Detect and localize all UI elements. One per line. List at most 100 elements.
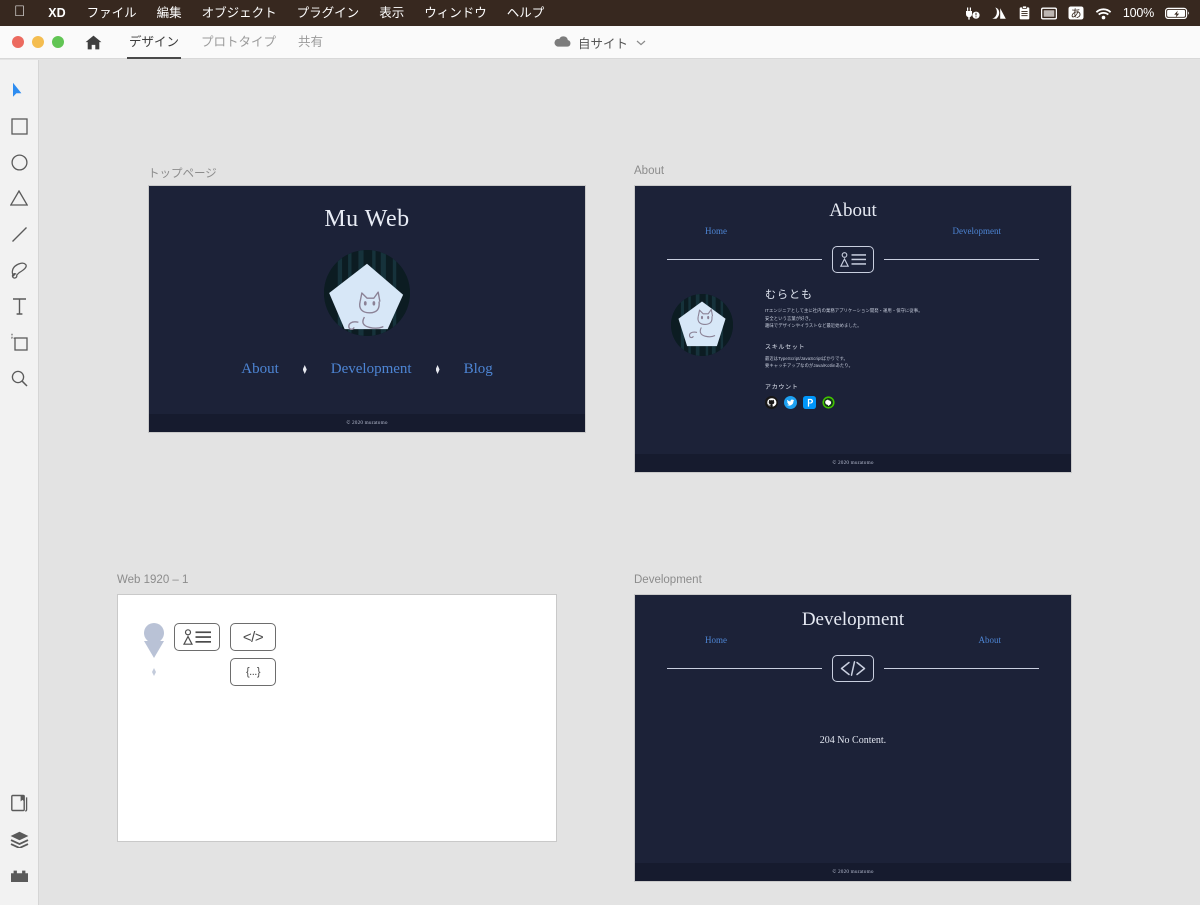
divider-line-right — [884, 258, 1039, 260]
chevron-down-icon[interactable] — [636, 38, 646, 48]
menu-item-window[interactable]: ウィンドウ — [414, 0, 497, 26]
nav-link-development[interactable]: Development — [331, 361, 412, 378]
artboard-tool[interactable] — [0, 324, 39, 360]
artboard-top-page[interactable]: Mu Web About Development Blog © 2020 mur… — [148, 185, 586, 433]
document-name-label[interactable]: 自サイト — [578, 33, 628, 52]
id-card-icon[interactable] — [174, 623, 220, 651]
code-icon[interactable]: </> — [230, 623, 276, 651]
divider-line-left — [667, 258, 822, 260]
pin-shape[interactable] — [144, 623, 164, 676]
ime-kana-icon[interactable]: あ — [1068, 0, 1084, 26]
about-page-content: About Home Development むらとも ITエンジニアとして主に… — [635, 186, 1071, 472]
app-title-bar: デザイン プロトタイプ 共有 自サイト — [0, 26, 1200, 59]
polygon-tool[interactable] — [0, 180, 39, 216]
menu-item-object[interactable]: オブジェクト — [192, 0, 287, 26]
tab-share[interactable]: 共有 — [287, 26, 334, 59]
nav-link-about[interactable]: About — [241, 361, 279, 378]
artboard-label-about[interactable]: About — [634, 165, 664, 177]
tab-design[interactable]: デザイン — [118, 26, 190, 59]
assets-icon[interactable] — [0, 785, 39, 821]
site-footer: © 2020 muratomo — [149, 414, 585, 432]
diamond-shape — [152, 668, 156, 676]
status-message: 204 No Content. — [819, 735, 887, 746]
xd-app-window: デザイン プロトタイプ 共有 自サイト トップページ Mu Web About … — [0, 26, 1200, 905]
select-tool[interactable] — [0, 72, 39, 108]
copyright-text: © 2020 muratomo — [832, 460, 874, 466]
diamond-separator-icon — [435, 365, 440, 374]
line-icon[interactable] — [822, 396, 835, 409]
divider-line-left — [667, 667, 822, 669]
clipboard-icon[interactable] — [1019, 0, 1030, 26]
icon-group: </> {...} — [144, 623, 276, 686]
pixiv-icon[interactable] — [803, 395, 816, 409]
menu-item-plugin[interactable]: プラグイン — [287, 0, 370, 26]
menu-app-name[interactable]: XD — [37, 0, 76, 26]
artboard-label-development[interactable]: Development — [634, 574, 702, 586]
profile-bio-line-2: 安全という言葉が好き。 — [765, 315, 814, 321]
profile-name: むらとも — [765, 289, 813, 301]
text-tool[interactable] — [0, 288, 39, 324]
object-icon[interactable]: {...} — [230, 658, 276, 686]
nav-link-home[interactable]: Home — [705, 635, 727, 645]
artboard-label-top[interactable]: トップページ — [148, 165, 217, 181]
wifi-icon[interactable] — [1095, 0, 1112, 26]
site-title: Mu Web — [324, 206, 410, 232]
artboard-web-1920[interactable]: </> {...} — [117, 594, 557, 842]
top-page-content: Mu Web About Development Blog © 2020 mur… — [149, 186, 585, 432]
svg-text:あ: あ — [1070, 7, 1081, 20]
pin-head-shape — [144, 623, 164, 643]
nav-link-about[interactable]: About — [979, 635, 1002, 645]
display-icon[interactable] — [1040, 0, 1057, 26]
menu-item-edit[interactable]: 編集 — [147, 0, 192, 26]
artboard-development[interactable]: Development Home About 204 No Content. ©… — [634, 594, 1072, 882]
pin-tail-shape — [144, 641, 164, 658]
nav-link-home[interactable]: Home — [705, 226, 727, 236]
nav-link-development[interactable]: Development — [953, 226, 1002, 236]
development-page-content: Development Home About 204 No Content. ©… — [635, 595, 1071, 881]
plugins-icon[interactable] — [0, 857, 39, 893]
zoom-tool[interactable] — [0, 360, 39, 396]
battery-charging-icon[interactable] — [1165, 0, 1190, 26]
pen-tool[interactable] — [0, 252, 39, 288]
maximize-window-button[interactable] — [52, 36, 64, 48]
close-window-button[interactable] — [12, 36, 24, 48]
window-controls — [0, 36, 64, 48]
about-page-nav: Home Development — [635, 226, 1071, 236]
profile-bio-line-3: 趣味でデザインやイラストなど最近始めました。 — [765, 323, 862, 329]
skills-line-2: 要キャッチアップなのがJava/Kotlinあたり。 — [765, 363, 853, 369]
apple-logo-icon[interactable]:  — [0, 0, 37, 26]
top-page-nav: About Development Blog — [149, 361, 585, 378]
skills-heading: スキルセット — [765, 344, 806, 351]
menu-item-file[interactable]: ファイル — [77, 0, 147, 26]
social-links — [765, 395, 1053, 409]
menu-item-view[interactable]: 表示 — [369, 0, 414, 26]
menu-item-help[interactable]: ヘルプ — [497, 0, 555, 26]
divider-line-right — [884, 667, 1039, 669]
design-canvas[interactable]: トップページ Mu Web About Development Blog © 2… — [40, 60, 1200, 905]
cat-avatar-icon — [324, 250, 410, 336]
twitter-icon[interactable] — [784, 395, 797, 409]
id-card-icon — [832, 245, 874, 273]
ellipse-tool[interactable] — [0, 144, 39, 180]
home-icon[interactable] — [82, 31, 104, 53]
artboard-label-web1920[interactable]: Web 1920 – 1 — [117, 574, 188, 586]
plug-alert-icon[interactable] — [965, 0, 980, 26]
battery-percent-label: 100% — [1122, 6, 1154, 20]
rectangle-tool[interactable] — [0, 108, 39, 144]
menu-items:  XD ファイル 編集 オブジェクト プラグイン 表示 ウィンドウ ヘルプ — [0, 0, 554, 26]
signal-icon[interactable] — [991, 0, 1008, 26]
web-1920-content: </> {...} — [118, 595, 556, 841]
development-page-nav: Home About — [635, 635, 1071, 645]
minimize-window-button[interactable] — [32, 36, 44, 48]
layers-icon[interactable] — [0, 821, 39, 857]
tab-prototype[interactable]: プロトタイプ — [190, 26, 287, 59]
site-footer: © 2020 muratomo — [635, 454, 1071, 472]
line-tool[interactable] — [0, 216, 39, 252]
section-divider — [635, 244, 1071, 274]
artboard-about[interactable]: About Home Development むらとも ITエンジニアとして主に… — [634, 185, 1072, 473]
about-body: むらとも ITエンジニアとして主に社内の業務アプリケーション開発・運用・保守に従… — [635, 286, 1071, 454]
site-footer: © 2020 muratomo — [635, 863, 1071, 881]
view-tabs: デザイン プロトタイプ 共有 — [118, 26, 334, 59]
github-icon[interactable] — [765, 395, 778, 409]
nav-link-blog[interactable]: Blog — [464, 361, 493, 378]
